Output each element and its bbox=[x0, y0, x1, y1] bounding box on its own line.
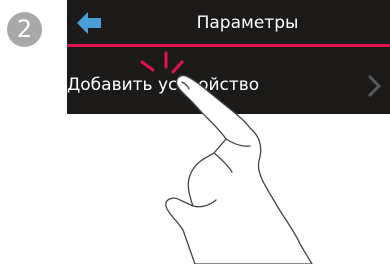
step-number-badge: 2 bbox=[7, 12, 42, 47]
device-screen: Параметры Добавить устройство bbox=[67, 0, 390, 114]
page-title: Параметры bbox=[196, 13, 299, 33]
menu-item-add-device[interactable]: Добавить устройство bbox=[67, 47, 390, 114]
screen-header: Параметры bbox=[67, 0, 390, 44]
menu-item-label: Добавить устройство bbox=[67, 75, 260, 95]
chevron-right-icon bbox=[367, 74, 381, 98]
